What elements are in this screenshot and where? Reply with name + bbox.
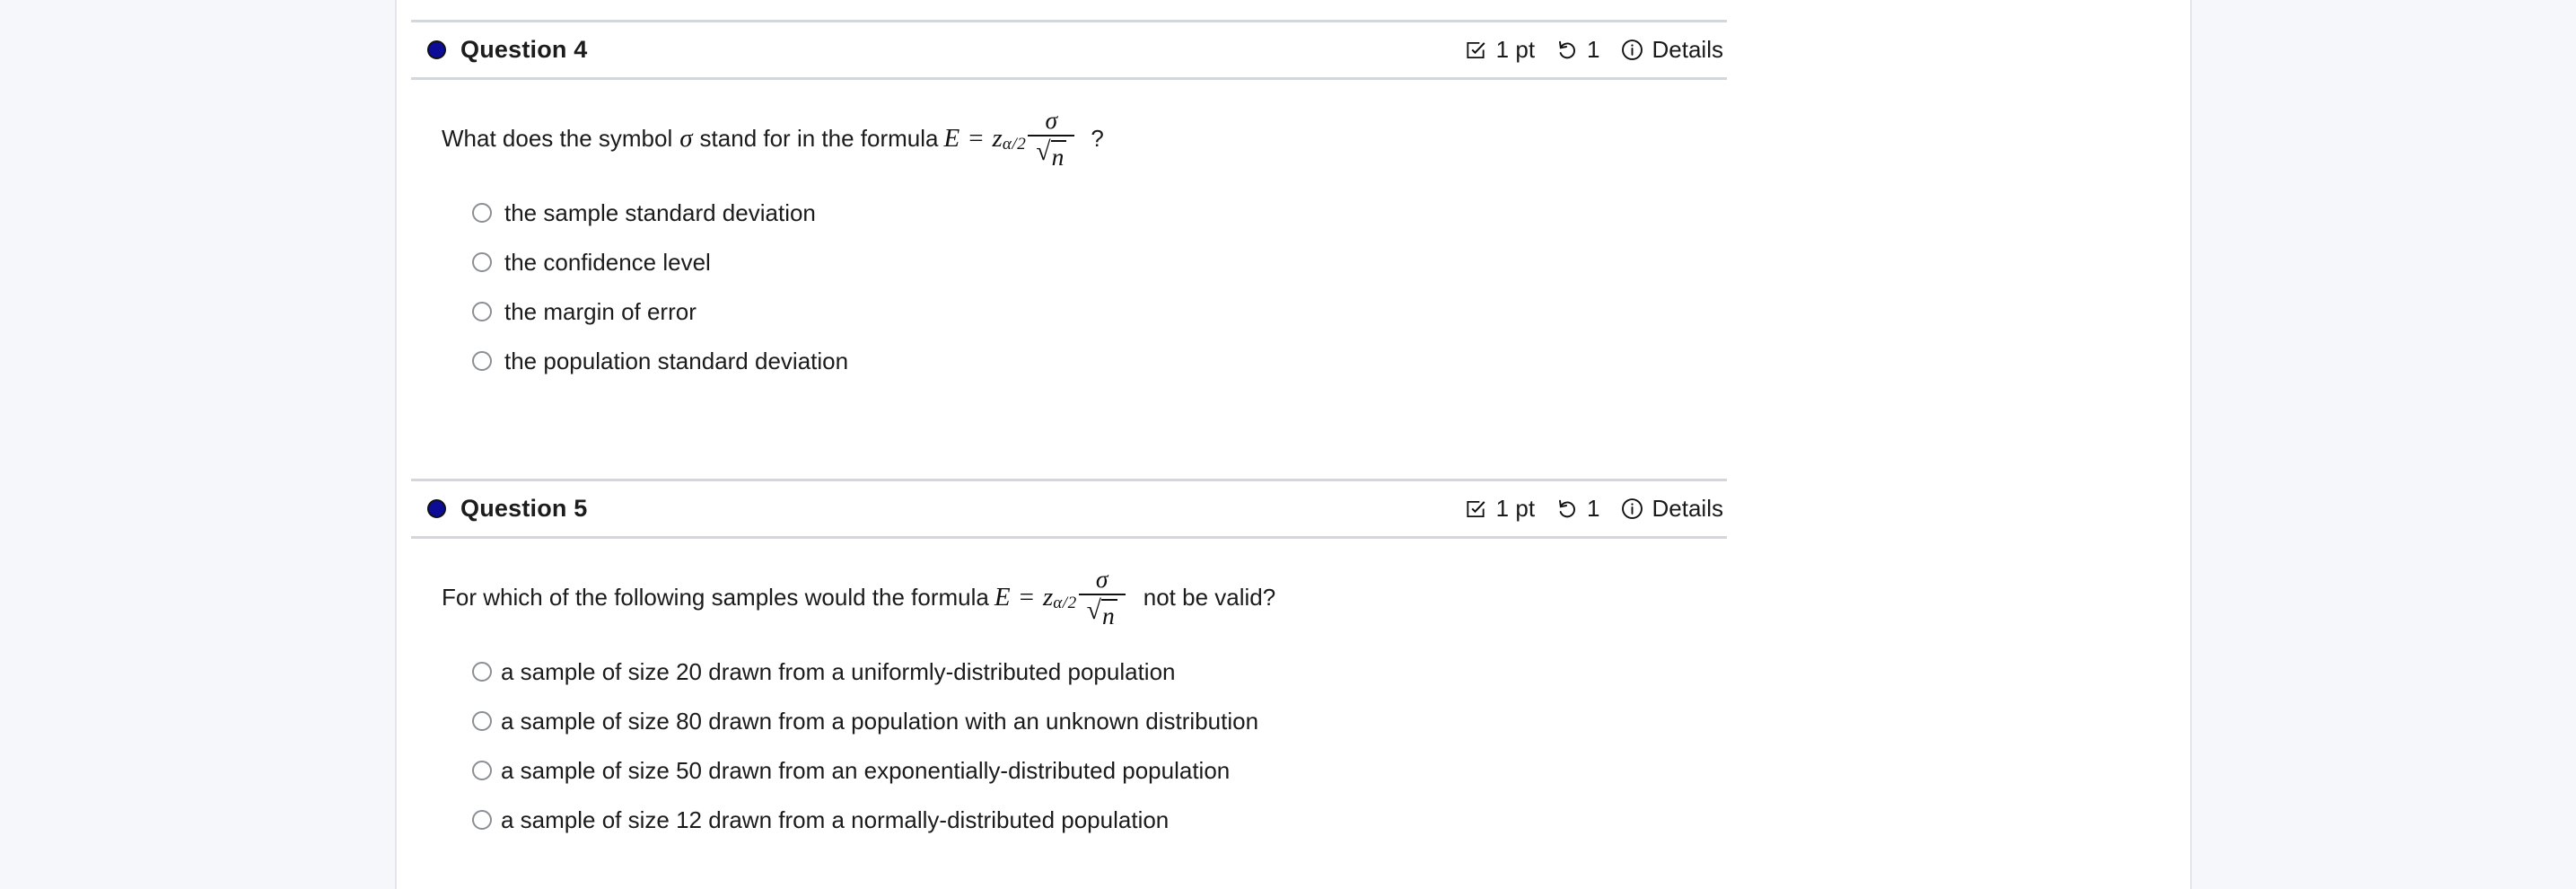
prompt-prefix: What does the symbol xyxy=(442,124,673,152)
radio-button[interactable] xyxy=(472,662,492,682)
answer-option[interactable]: a sample of size 80 drawn from a populat… xyxy=(472,697,1727,746)
square-root-expression: √ n xyxy=(1087,596,1117,630)
info-circle-icon xyxy=(1620,497,1644,521)
fraction-denominator: √ n xyxy=(1028,136,1074,172)
checkbox-check-icon xyxy=(1464,497,1488,521)
fraction-denominator: √ n xyxy=(1079,595,1126,630)
radio-button[interactable] xyxy=(472,810,492,831)
sigma-symbol: σ xyxy=(679,123,693,153)
details-link[interactable]: Details xyxy=(1620,36,1723,64)
formula-equals: = xyxy=(1019,582,1034,612)
question-prompt-5: For which of the following samples would… xyxy=(442,566,1727,629)
formula-z: z xyxy=(992,123,1003,153)
radio-button[interactable] xyxy=(472,302,492,322)
undo-retry-icon xyxy=(1555,38,1579,62)
info-circle-icon xyxy=(1620,38,1644,62)
answer-option[interactable]: the population standard deviation xyxy=(472,337,1727,386)
formula-fraction: σ √ n xyxy=(1078,565,1126,630)
quiz-page: Question 4 1 pt 1 Details What does the … xyxy=(0,0,2576,889)
details-label: Details xyxy=(1652,495,1723,522)
formula-lhs: E xyxy=(994,582,1011,612)
prompt-suffix: ? xyxy=(1091,124,1104,152)
formula-z-subscript: α/2 xyxy=(1053,594,1077,613)
question-title: Question 4 xyxy=(460,36,588,63)
answer-label: a sample of size 12 drawn from a normall… xyxy=(501,805,1170,833)
question-prompt-4: What does the symbol σ stand for in the … xyxy=(442,107,1727,171)
answer-option[interactable]: the confidence level xyxy=(472,238,1727,287)
points-label: 1 pt xyxy=(1495,36,1536,63)
attempts-indicator: 1 xyxy=(1555,36,1600,64)
answer-label: the sample standard deviation xyxy=(504,198,816,226)
radicand: n xyxy=(1050,139,1067,172)
answer-label: the population standard deviation xyxy=(504,347,849,374)
answer-option[interactable]: a sample of size 20 drawn from a uniform… xyxy=(472,647,1727,697)
radical-sign-icon: √ xyxy=(1036,136,1051,166)
prompt-middle: stand for in the formula xyxy=(699,124,939,152)
details-label: Details xyxy=(1652,36,1723,63)
answer-options-5: a sample of size 20 drawn from a uniform… xyxy=(472,647,1727,845)
points-indicator: 1 pt xyxy=(1464,495,1535,523)
radical-sign-icon: √ xyxy=(1086,594,1101,625)
prompt-prefix: For which of the following samples would… xyxy=(442,583,989,611)
answer-label: the margin of error xyxy=(504,297,697,325)
attempts-label: 1 xyxy=(1587,495,1600,522)
answer-options-4: the sample standard deviation the confid… xyxy=(472,189,1727,386)
answer-option[interactable]: a sample of size 12 drawn from a normall… xyxy=(472,796,1727,845)
formula-expression-4: E = z α/2 σ √ n xyxy=(943,107,1076,171)
question-block-4: Question 4 1 pt 1 Details What does the … xyxy=(411,20,1727,386)
prompt-suffix: not be valid? xyxy=(1143,583,1276,611)
details-link[interactable]: Details xyxy=(1620,495,1723,523)
fraction-numerator: σ xyxy=(1045,106,1058,134)
answer-label: the confidence level xyxy=(504,248,711,276)
radicand: n xyxy=(1100,598,1117,630)
quiz-content-panel: Question 4 1 pt 1 Details What does the … xyxy=(395,0,2192,889)
formula-lhs: E xyxy=(943,123,960,153)
answer-label: a sample of size 20 drawn from a uniform… xyxy=(501,657,1176,685)
formula-expression-5: E = z α/2 σ √ n xyxy=(994,566,1127,629)
points-indicator: 1 pt xyxy=(1464,36,1535,64)
answer-option[interactable]: the sample standard deviation xyxy=(472,189,1727,238)
answer-label: a sample of size 80 drawn from a populat… xyxy=(501,707,1259,735)
attempts-indicator: 1 xyxy=(1555,495,1600,523)
radio-button[interactable] xyxy=(472,203,492,224)
formula-equals: = xyxy=(968,123,984,153)
formula-z-subscript: α/2 xyxy=(1002,135,1027,154)
question-title: Question 5 xyxy=(460,495,588,522)
radio-button[interactable] xyxy=(472,351,492,372)
fraction-numerator: σ xyxy=(1095,565,1108,593)
question-meta-4: 1 pt 1 Details xyxy=(1464,36,1727,64)
answer-option[interactable]: a sample of size 50 drawn from an expone… xyxy=(472,746,1727,796)
points-label: 1 pt xyxy=(1495,495,1536,522)
question-status-dot xyxy=(427,40,446,59)
question-header-4: Question 4 1 pt 1 Details xyxy=(411,20,1727,80)
formula-z: z xyxy=(1042,582,1054,612)
checkbox-check-icon xyxy=(1464,38,1488,62)
question-block-5: Question 5 1 pt 1 Details For which of t… xyxy=(411,479,1727,845)
attempts-label: 1 xyxy=(1587,36,1600,63)
formula-fraction: σ √ n xyxy=(1028,106,1075,172)
question-meta-5: 1 pt 1 Details xyxy=(1464,495,1727,523)
answer-option[interactable]: the margin of error xyxy=(472,287,1727,337)
radio-button[interactable] xyxy=(472,761,492,781)
question-header-5: Question 5 1 pt 1 Details xyxy=(411,479,1727,539)
radio-button[interactable] xyxy=(472,252,492,273)
undo-retry-icon xyxy=(1555,497,1579,521)
square-root-expression: √ n xyxy=(1036,136,1067,172)
answer-label: a sample of size 50 drawn from an expone… xyxy=(501,756,1231,784)
question-status-dot xyxy=(427,499,446,518)
radio-button[interactable] xyxy=(472,711,492,732)
